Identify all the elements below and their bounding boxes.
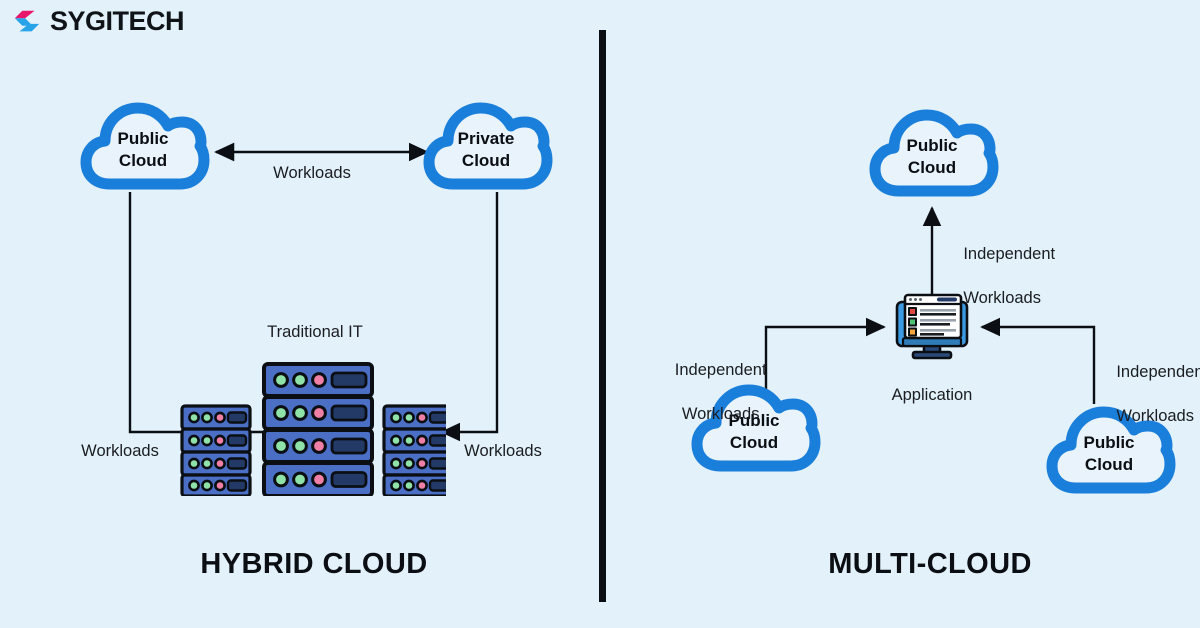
label-application: Application: [891, 386, 973, 404]
server-stack-left: [180, 404, 252, 496]
panel-title-hybrid: HYBRID CLOUD: [200, 548, 428, 580]
label-workloads-between: Workloads: [273, 164, 351, 182]
cloud-public-top: Public Cloud: [869, 105, 999, 201]
sygitech-arrow-icon: [14, 10, 40, 32]
panel-title-multicloud: MULTI-CLOUD: [828, 548, 1032, 580]
label-line2: Workloads: [681, 404, 760, 423]
label-line2: Workloads: [1116, 406, 1194, 425]
label-line1: Independent: [1116, 362, 1200, 381]
brand-logo: SYGITECH: [12, 5, 185, 36]
label-line2: Workloads: [963, 288, 1041, 307]
label-traditional-it: Traditional IT: [267, 323, 363, 341]
label-line1: Independent: [674, 360, 767, 379]
cloud-private-hybrid: Private Cloud: [423, 98, 553, 194]
label-line1: Independent: [963, 244, 1056, 263]
label-workloads-left: Workloads: [81, 442, 159, 460]
brand-name: SYGITECH: [50, 5, 185, 36]
server-stack-center: [262, 362, 374, 496]
panel-divider: [599, 30, 606, 602]
server-stack-right: [382, 404, 446, 496]
label-independent-workloads-right: Independent Workloads: [1098, 340, 1200, 450]
label-independent-workloads-left: Independent Workloads: [634, 338, 789, 448]
label-workloads-right: Workloads: [464, 442, 542, 460]
traditional-it-servers: [176, 358, 446, 496]
arrow-private-to-it: [440, 192, 499, 442]
diagram-canvas: SYGITECH Public Cloud Private Cloud Work…: [0, 0, 1200, 628]
cloud-public-hybrid: Public Cloud: [80, 98, 210, 194]
label-independent-workloads-top: Independent Workloads: [945, 222, 1095, 332]
